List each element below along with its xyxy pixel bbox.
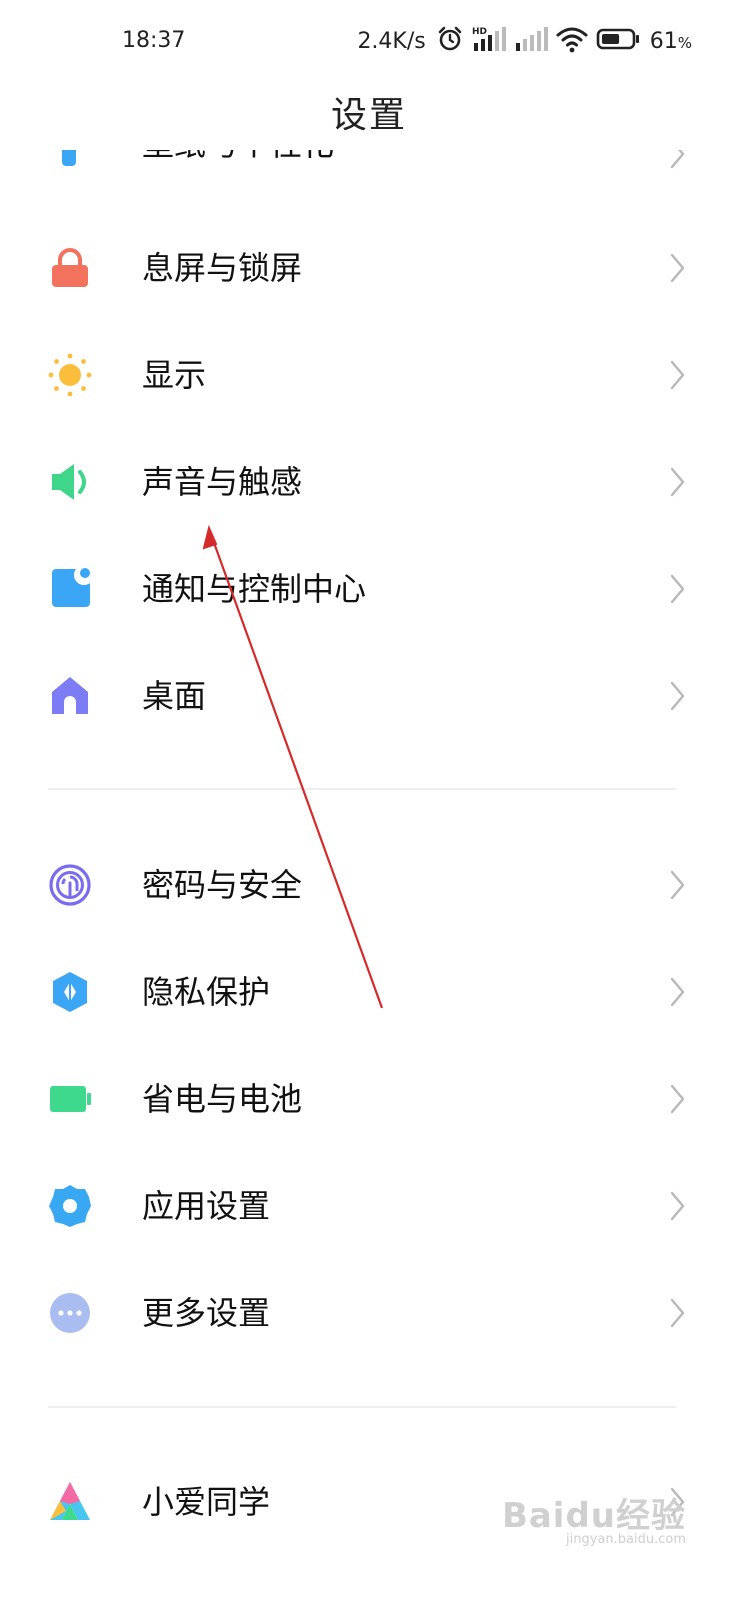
settings-item-home-screen[interactable]: 桌面 <box>0 646 738 746</box>
settings-item-lock-screen[interactable]: 息屏与锁屏 <box>0 218 738 318</box>
settings-item-label: 通知与控制中心 <box>142 570 367 608</box>
wifi-icon <box>556 25 588 57</box>
signal-icon <box>514 25 548 57</box>
privacy-shield-icon <box>48 970 92 1014</box>
settings-item-app-settings[interactable]: 应用设置 <box>0 1156 738 1256</box>
page-title: 设置 <box>330 95 407 136</box>
more-icon <box>48 1291 92 1335</box>
settings-item-label: 省电与电池 <box>142 1080 303 1118</box>
settings-item-label: 应用设置 <box>142 1187 271 1225</box>
home-icon <box>48 674 92 718</box>
chevron-right-icon <box>670 1084 685 1114</box>
gear-icon <box>48 1184 92 1228</box>
settings-item-label: 桌面 <box>142 677 207 715</box>
settings-item-label: 息屏与锁屏 <box>142 249 303 287</box>
lock-icon <box>48 246 92 290</box>
svg-text:HD: HD <box>472 27 487 37</box>
chevron-right-icon <box>670 467 685 497</box>
settings-item-notifications[interactable]: 通知与控制中心 <box>0 539 738 639</box>
network-speed: 2.4K/s <box>357 28 426 54</box>
settings-item-privacy[interactable]: 隐私保护 <box>0 942 738 1042</box>
watermark-url: jingyan.baidu.com <box>566 1532 686 1547</box>
section-divider <box>48 1406 676 1408</box>
settings-item-label: 显示 <box>142 356 207 394</box>
chevron-right-icon <box>670 681 685 711</box>
watermark-logo: Baidu经验 <box>501 1496 686 1536</box>
alarm-icon <box>436 25 464 57</box>
settings-item-battery[interactable]: 省电与电池 <box>0 1049 738 1149</box>
settings-item-label: 声音与触感 <box>142 463 303 501</box>
settings-item-label: 密码与安全 <box>142 866 303 904</box>
settings-item-display[interactable]: 显示 <box>0 325 738 425</box>
fingerprint-icon <box>48 863 92 907</box>
settings-item-sound[interactable]: 声音与触感 <box>0 432 738 532</box>
settings-item-label: 小爱同学 <box>142 1483 271 1521</box>
settings-item-password-security[interactable]: 密码与安全 <box>0 835 738 935</box>
list-item-partial[interactable]: 壁纸与个性化 <box>0 150 738 180</box>
partial-row-label: 壁纸与个性化 <box>142 150 334 166</box>
battery-percent: 61% <box>649 28 692 54</box>
battery-status-icon <box>596 27 642 55</box>
settings-item-label: 更多设置 <box>142 1294 271 1332</box>
wallpaper-icon <box>62 150 76 166</box>
chevron-right-icon <box>670 1191 685 1221</box>
chevron-right-icon <box>670 977 685 1007</box>
sun-icon <box>48 353 92 397</box>
notification-icon <box>48 567 92 611</box>
chevron-right-icon <box>670 574 685 604</box>
speaker-icon <box>48 460 92 504</box>
status-time: 18:37 <box>122 28 186 53</box>
status-bar: 18:37 2.4K/s HD 61% <box>0 0 738 80</box>
settings-item-label: 隐私保护 <box>142 973 271 1011</box>
chevron-right-icon <box>670 253 685 283</box>
chevron-right-icon <box>670 150 685 169</box>
signal-hd-icon: HD <box>472 25 506 57</box>
battery-icon <box>48 1077 92 1121</box>
section-divider <box>48 788 676 790</box>
status-indicators: 2.4K/s HD 61% <box>357 24 692 58</box>
settings-item-more-settings[interactable]: 更多设置 <box>0 1263 738 1363</box>
xiaoai-icon <box>48 1480 92 1524</box>
chevron-right-icon <box>670 360 685 390</box>
chevron-right-icon <box>670 870 685 900</box>
chevron-right-icon <box>670 1298 685 1328</box>
